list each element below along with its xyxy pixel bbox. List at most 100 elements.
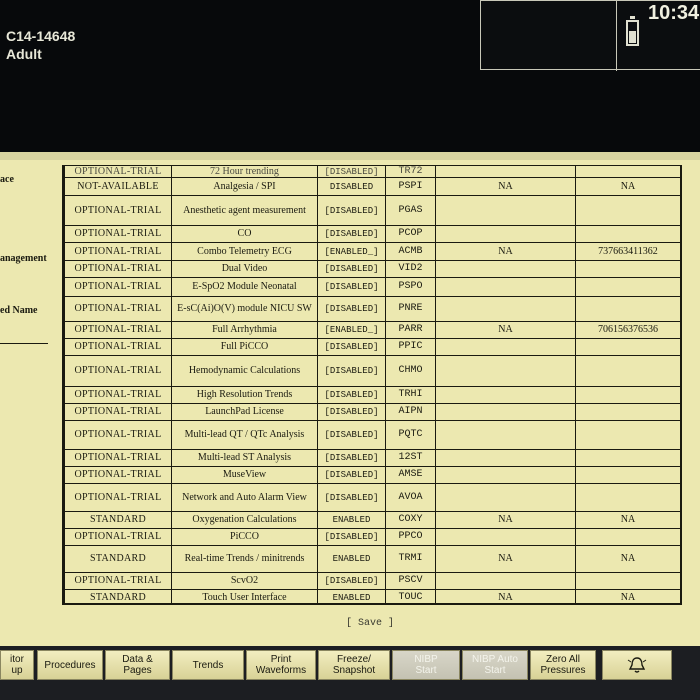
table-row[interactable]: OPTIONAL-TRIAL Hemodynamic Calculations [D… <box>64 355 680 387</box>
cell-name: E-SpO2 Module Neonatal <box>171 277 318 297</box>
cell-state[interactable]: OPTIONAL-TRIAL <box>64 277 172 297</box>
cell-state[interactable]: OPTIONAL-TRIAL <box>64 572 172 590</box>
cell-state[interactable]: STANDARD <box>64 511 172 529</box>
cell-state[interactable]: OPTIONAL-TRIAL <box>64 321 172 339</box>
table-row[interactable]: NOT-AVAILABLE Analgesia / SPI DISABLED PSPI… <box>64 177 680 196</box>
cell-val1 <box>435 165 576 178</box>
cell-code: PSPI <box>385 177 436 196</box>
cell-status[interactable]: [DISABLED] <box>317 386 386 404</box>
cell-status[interactable]: [DISABLED] <box>317 260 386 278</box>
cell-status[interactable]: [DISABLED] <box>317 449 386 467</box>
table-row[interactable]: OPTIONAL-TRIAL Anesthetic agent measureme… <box>64 195 680 226</box>
cell-state[interactable]: OPTIONAL-TRIAL <box>64 355 172 387</box>
table-row[interactable]: OPTIONAL-TRIAL E-SpO2 Module Neonatal [DIS… <box>64 277 680 297</box>
table-row[interactable]: OPTIONAL-TRIAL 72 Hour trending [DISABLED]… <box>64 165 680 178</box>
toolbar-button[interactable]: Zero All Pressures <box>530 650 596 680</box>
cell-state[interactable]: OPTIONAL-TRIAL <box>64 296 172 322</box>
cell-val1 <box>435 277 576 297</box>
toolbar-button-label-2: Start <box>415 665 437 676</box>
cell-state[interactable]: OPTIONAL-TRIAL <box>64 483 172 512</box>
toolbar-button[interactable]: Trends <box>172 650 244 680</box>
cell-state[interactable]: OPTIONAL-TRIAL <box>64 165 172 178</box>
cell-status[interactable]: [DISABLED] <box>317 572 386 590</box>
table-row[interactable]: STANDARD Oxygenation Calculations ENABLED C… <box>64 511 680 529</box>
cell-status[interactable]: ENABLED <box>317 511 386 529</box>
cell-status[interactable]: [DISABLED] <box>317 296 386 322</box>
cell-state[interactable]: STANDARD <box>64 589 172 603</box>
table-row[interactable]: STANDARD Touch User Interface ENABLED TOUC N… <box>64 589 680 603</box>
table-row[interactable]: OPTIONAL-TRIAL Multi-lead QT / QTc Analys… <box>64 420 680 450</box>
cell-val2 <box>575 195 680 226</box>
table-row[interactable]: OPTIONAL-TRIAL MuseView [DISABLED] AMSE <box>64 466 680 484</box>
cell-status[interactable]: DISABLED <box>317 177 386 196</box>
cell-status[interactable]: [DISABLED] <box>317 195 386 226</box>
cell-name: Touch User Interface <box>171 589 318 603</box>
save-button[interactable]: [ Save ] <box>346 618 394 629</box>
table-row[interactable]: OPTIONAL-TRIAL Combo Telemetry ECG [ENABLE… <box>64 242 680 261</box>
cell-state[interactable]: STANDARD <box>64 545 172 573</box>
table-row[interactable]: OPTIONAL-TRIAL LaunchPad License [DISABLED… <box>64 403 680 421</box>
cell-val2 <box>575 296 680 322</box>
cell-status[interactable]: [DISABLED] <box>317 165 386 178</box>
table-row[interactable]: OPTIONAL-TRIAL E-sC(Ai)O(V) module NICU S… <box>64 296 680 322</box>
cell-state[interactable]: OPTIONAL-TRIAL <box>64 449 172 467</box>
cell-state[interactable]: OPTIONAL-TRIAL <box>64 386 172 404</box>
table-row[interactable]: OPTIONAL-TRIAL PiCCO [DISABLED] PPCO <box>64 528 680 546</box>
cell-status[interactable]: ENABLED <box>317 589 386 603</box>
cell-status[interactable]: [DISABLED] <box>317 403 386 421</box>
toolbar-button-label-2: up <box>11 665 23 676</box>
cell-status[interactable]: [ENABLED_] <box>317 242 386 261</box>
cell-state[interactable]: OPTIONAL-TRIAL <box>64 242 172 261</box>
table-row[interactable]: OPTIONAL-TRIAL Network and Auto Alarm Vie… <box>64 483 680 512</box>
cell-state[interactable]: OPTIONAL-TRIAL <box>64 420 172 450</box>
table-row[interactable]: OPTIONAL-TRIAL CO [DISABLED] PCOP <box>64 225 680 243</box>
cell-state[interactable]: OPTIONAL-TRIAL <box>64 403 172 421</box>
cell-code: AIPN <box>385 403 436 421</box>
cell-val1 <box>435 225 576 243</box>
battery-icon <box>626 16 639 46</box>
cell-state[interactable]: OPTIONAL-TRIAL <box>64 260 172 278</box>
cell-val1 <box>435 420 576 450</box>
toolbar-button[interactable]: Print Waveforms <box>246 650 316 680</box>
cell-status[interactable]: [ENABLED_] <box>317 321 386 339</box>
cell-status[interactable]: [DISABLED] <box>317 225 386 243</box>
table-row[interactable]: OPTIONAL-TRIAL ScvO2 [DISABLED] PSCV <box>64 572 680 590</box>
cell-status[interactable]: ENABLED <box>317 545 386 573</box>
toolbar-button[interactable]: Freeze/Snapshot <box>318 650 390 680</box>
cell-status[interactable]: [DISABLED] <box>317 277 386 297</box>
table-row[interactable]: OPTIONAL-TRIAL High Resolution Trends [DIS… <box>64 386 680 404</box>
toolbar-button[interactable]: NIBP Start <box>392 650 460 680</box>
cell-status[interactable]: [DISABLED] <box>317 420 386 450</box>
table-row[interactable]: STANDARD Real-time Trends / minitrends ENA… <box>64 545 680 573</box>
toolbar-button[interactable]: itor up <box>0 650 34 680</box>
cell-state[interactable]: NOT-AVAILABLE <box>64 177 172 196</box>
side-label-3: ed Name <box>0 305 38 316</box>
alarm-silence-button[interactable] <box>602 650 672 680</box>
cell-val1 <box>435 296 576 322</box>
cell-status[interactable]: [DISABLED] <box>317 355 386 387</box>
cell-status[interactable]: [DISABLED] <box>317 338 386 356</box>
toolbar-button[interactable]: Data & Pages <box>105 650 170 680</box>
cell-code: PARR <box>385 321 436 339</box>
table-row[interactable]: OPTIONAL-TRIAL Multi-lead ST Analysis [DIS… <box>64 449 680 467</box>
cell-state[interactable]: OPTIONAL-TRIAL <box>64 338 172 356</box>
cell-state[interactable]: OPTIONAL-TRIAL <box>64 195 172 226</box>
cell-status[interactable]: [DISABLED] <box>317 466 386 484</box>
cell-val2: NA <box>575 511 680 529</box>
cell-status[interactable]: [DISABLED] <box>317 483 386 512</box>
toolbar-button[interactable]: NIBP Auto Start <box>462 650 528 680</box>
cell-val1 <box>435 338 576 356</box>
toolbar-button[interactable]: Procedures <box>37 650 103 680</box>
cell-state[interactable]: OPTIONAL-TRIAL <box>64 528 172 546</box>
cell-val1 <box>435 260 576 278</box>
cell-code: PPIC <box>385 338 436 356</box>
table-row[interactable]: OPTIONAL-TRIAL Full PiCCO [DISABLED] PPIC <box>64 338 680 356</box>
cell-status[interactable]: [DISABLED] <box>317 528 386 546</box>
cell-name: Dual Video <box>171 260 318 278</box>
cell-state[interactable]: OPTIONAL-TRIAL <box>64 225 172 243</box>
cell-val1: NA <box>435 545 576 573</box>
cell-val2 <box>575 338 680 356</box>
cell-state[interactable]: OPTIONAL-TRIAL <box>64 466 172 484</box>
table-row[interactable]: OPTIONAL-TRIAL Dual Video [DISABLED] VID2 <box>64 260 680 278</box>
table-row[interactable]: OPTIONAL-TRIAL Full Arrhythmia [ENABLED_] P… <box>64 321 680 339</box>
